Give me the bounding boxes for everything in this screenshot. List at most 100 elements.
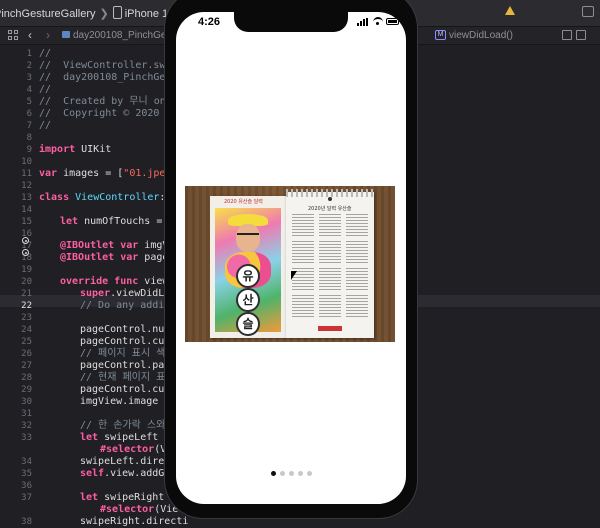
line-number: 22 <box>21 301 32 311</box>
line-number: 27 <box>21 361 32 371</box>
photo-calendar-pages: 2020년 달력 유산슬 <box>286 189 374 338</box>
code-line-17: @IBOutlet var imgVie <box>60 240 180 252</box>
line-number: 36 <box>21 481 32 491</box>
related-items-grid-icon[interactable] <box>8 30 18 40</box>
outlet-connection-icon[interactable] <box>22 237 29 244</box>
mouse-pointer-icon <box>291 271 297 280</box>
notch <box>234 12 348 32</box>
line-number: 23 <box>21 313 32 323</box>
page-indicator-dot[interactable] <box>298 471 303 476</box>
code-line-1: // <box>39 48 52 59</box>
line-number: 29 <box>21 385 32 395</box>
photo-letter-3: 슬 <box>236 312 260 336</box>
code-line-27: pageControl.page <box>80 360 177 371</box>
page-indicator-dot[interactable] <box>289 471 294 476</box>
keyword-let: let <box>80 432 99 443</box>
code-text: images = [ <box>57 168 124 179</box>
line-number: 38 <box>21 517 32 527</box>
code-line-34: swipeLeft.direct <box>80 456 177 467</box>
page-indicator-dot[interactable] <box>307 471 312 476</box>
code-line-21: super.viewDidLoa <box>80 288 176 300</box>
code-line-3: // day200108_PinchGestu <box>39 72 184 83</box>
line-number: 10 <box>21 157 32 167</box>
jump-bar-method[interactable]: viewDidLoad() <box>449 30 513 41</box>
code-line-33: let swipeLeft = <box>80 432 176 444</box>
photo-calendar-cover: 2020 유산슬 달력 유 산 슬 <box>210 196 286 338</box>
outlet-connection-icon[interactable] <box>22 249 29 256</box>
add-editor-icon[interactable] <box>576 30 586 40</box>
code-line-18: @IBOutlet var pageCo <box>60 252 180 264</box>
code-line-5: // Created by 무니 on 20 <box>39 96 184 107</box>
keyword-var: var <box>39 168 58 179</box>
code-text: numOfTouchs = <box>78 216 169 227</box>
line-number: 34 <box>21 457 32 467</box>
iphone-icon <box>112 6 122 19</box>
code-line-26: // 페이지 표시 색상 <box>80 348 175 359</box>
line-number: 6 <box>26 109 32 119</box>
line-number: 30 <box>21 397 32 407</box>
line-number: 4 <box>26 85 32 95</box>
line-number: 3 <box>26 73 32 83</box>
line-number: 32 <box>21 421 32 431</box>
attribute-iboutlet: @IBOutlet <box>60 252 115 263</box>
line-number: 1 <box>26 49 32 59</box>
inspector-toggle-icon[interactable] <box>582 6 594 17</box>
keyword-let: let <box>80 492 99 503</box>
line-number: 33 <box>21 433 32 443</box>
folder-icon <box>62 31 70 38</box>
keyword-let: let <box>60 216 79 227</box>
method-icon: M <box>435 30 446 40</box>
editor-options-icon[interactable] <box>562 30 572 40</box>
photo-cover-title: 2020 유산슬 달력 <box>224 199 263 205</box>
line-number: 24 <box>21 325 32 335</box>
photo-glasses <box>237 233 259 240</box>
line-number: 8 <box>26 133 32 143</box>
line-number: 15 <box>21 217 32 227</box>
code-text: UIKit <box>75 144 112 155</box>
line-number: 9 <box>26 145 32 155</box>
code-line-22: // Do any additi <box>80 300 177 311</box>
photo-letter-2: 산 <box>236 288 260 312</box>
keyword-var: var <box>114 252 139 263</box>
warning-icon[interactable] <box>505 6 515 15</box>
battery-icon <box>386 18 399 25</box>
line-number: 11 <box>21 169 32 179</box>
code-line-11: var images = ["01.jpeg", <box>39 168 184 180</box>
forward-chevron-icon[interactable]: › <box>46 28 50 42</box>
line-number: 5 <box>26 97 32 107</box>
line-number: 26 <box>21 349 32 359</box>
code-line-37-cont: #selector(Vie <box>100 504 178 516</box>
line-number: 13 <box>21 193 32 203</box>
code-line-2: // ViewController.swift <box>39 60 184 71</box>
photo-spiral-binding <box>286 189 374 197</box>
cellular-signal-icon <box>357 18 369 26</box>
line-number: 37 <box>21 493 32 503</box>
simulator-screen[interactable]: 4:26 2020 유산슬 달력 유 산 슬 2020년 달력 유산슬 <box>176 12 406 504</box>
photo-calendar-title: 2020년 달력 유산슬 <box>308 206 352 212</box>
photo-cover-art: 유 산 슬 <box>215 208 281 336</box>
photo-letter-1: 유 <box>236 264 260 288</box>
page-indicator-dot[interactable] <box>271 471 276 476</box>
line-number: 35 <box>21 469 32 479</box>
keyword-class: class <box>39 192 70 203</box>
keyword-super: super <box>80 288 111 299</box>
keyword-import: import <box>39 144 76 155</box>
code-line-28: // 현재 페이지 표시 <box>80 372 175 383</box>
code-line-4: // <box>39 84 52 95</box>
line-number: 19 <box>21 265 32 275</box>
code-line-6: // Copyright © 2020 com <box>39 108 184 119</box>
code-line-15: let numOfTouchs = 2 <box>60 216 174 228</box>
editor-options <box>562 30 590 43</box>
page-indicator-dot[interactable] <box>280 471 285 476</box>
gallery-image-view[interactable]: 2020 유산슬 달력 유 산 슬 2020년 달력 유산슬 <box>185 186 395 342</box>
line-number: 2 <box>26 61 32 71</box>
keyword-self: self <box>80 468 105 479</box>
type-name: ViewController <box>69 192 160 203</box>
wifi-icon <box>373 17 383 27</box>
scheme-target-name[interactable]: PinchGestureGallery <box>0 8 96 20</box>
back-chevron-icon[interactable]: ‹ <box>28 28 32 42</box>
photo-calendar-grid <box>292 214 368 320</box>
line-number: 12 <box>21 181 32 191</box>
line-number: 14 <box>21 205 32 215</box>
code-line-38: swipeRight.directi <box>80 516 189 527</box>
